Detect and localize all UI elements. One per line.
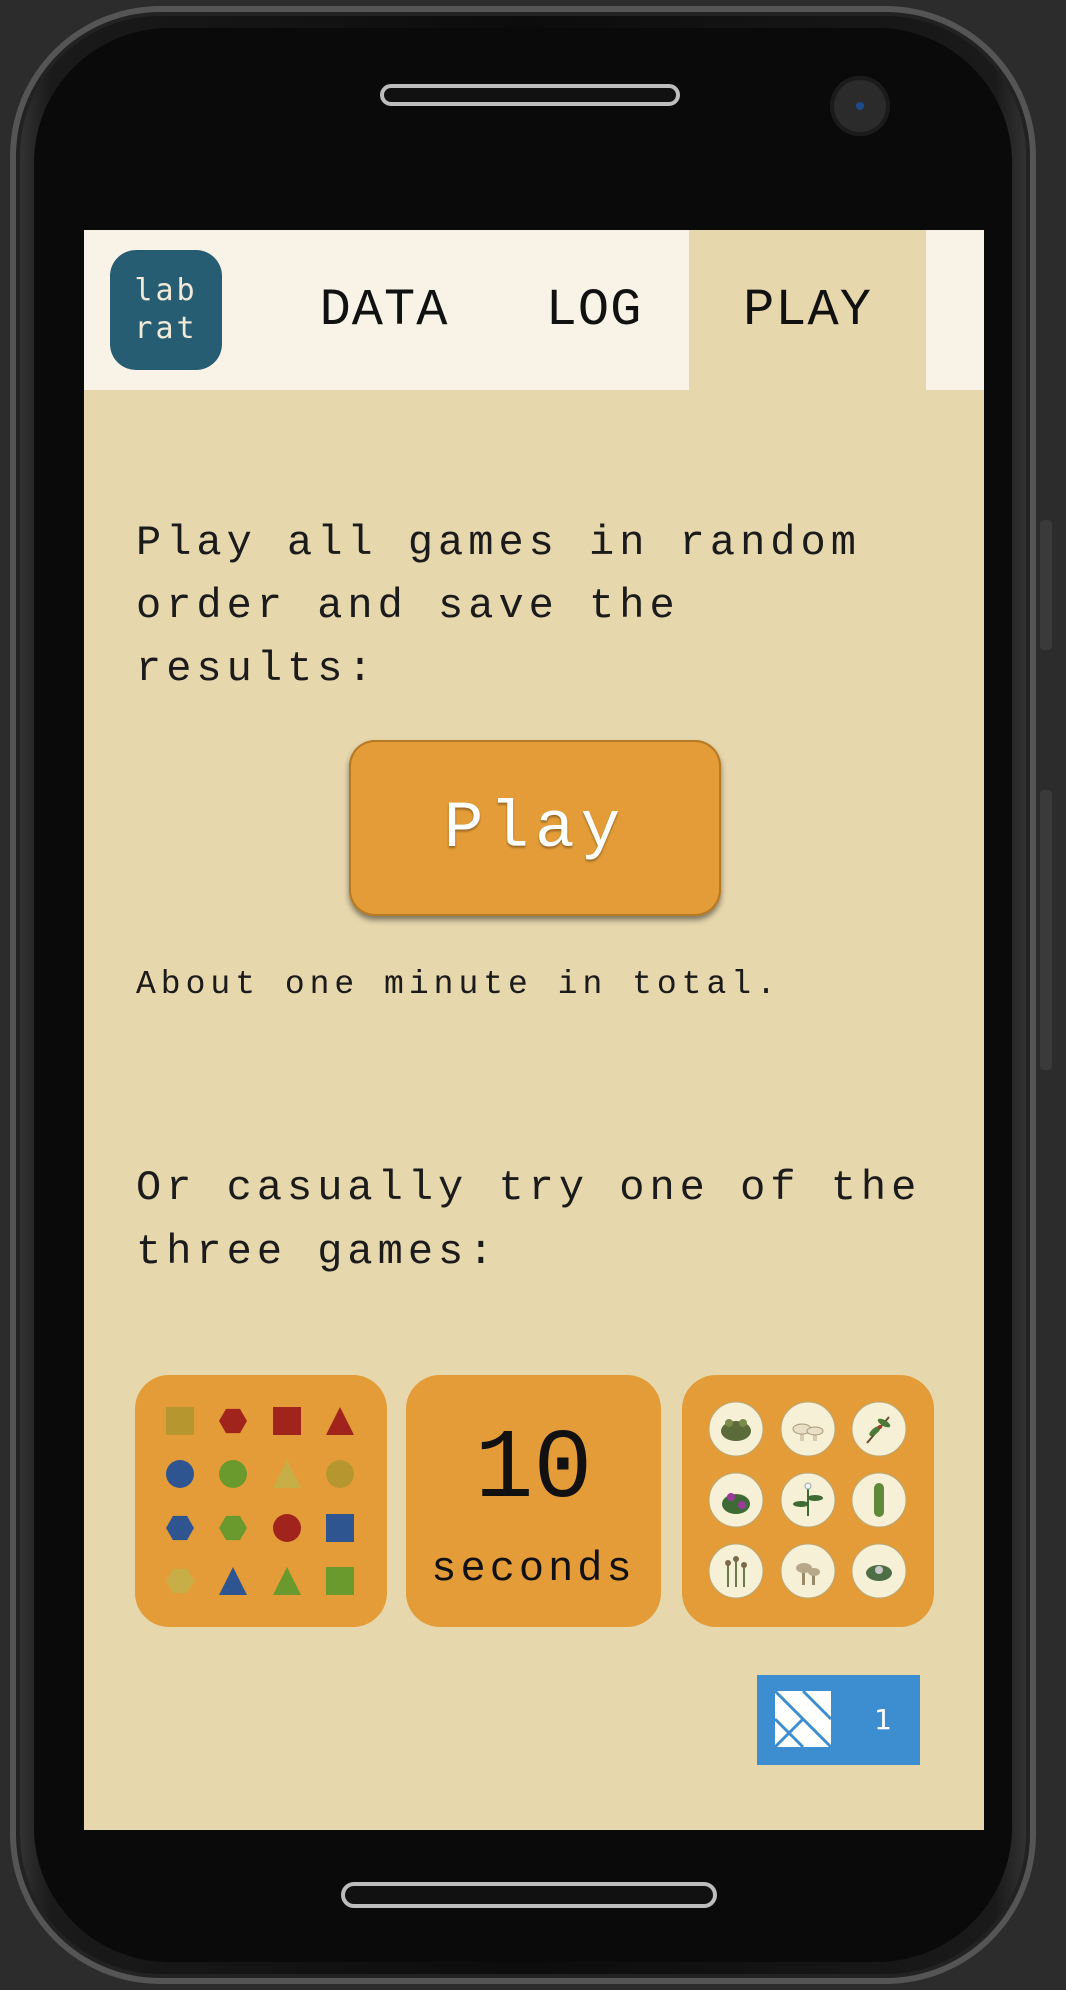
logo-text-bottom: rat [134,311,198,346]
shapes-game-card[interactable] [135,1375,387,1627]
badge-count: 1 [874,1703,892,1736]
notification-badge[interactable]: 1 [757,1675,920,1765]
cucumber-icon [874,1483,884,1517]
app-screen: lab rat DATA LOG PLAY Play all games in … [84,230,984,1830]
square-shape [166,1407,194,1435]
triangle-shape [273,1567,301,1595]
circle-shape [166,1460,194,1488]
duration-note: About one minute in total. [136,966,781,1003]
casual-text: Or casually try one of the three games: [136,1164,922,1276]
tab-log[interactable]: LOG [514,230,674,390]
play-all-button[interactable]: Play [349,740,721,916]
front-camera [830,76,890,136]
hexagon-shape [166,1515,194,1541]
square-shape [273,1407,301,1435]
circle-shape [273,1514,301,1542]
nature-icon-grid [708,1401,907,1599]
triangle-shape [273,1460,301,1488]
triangle-shape [326,1407,354,1435]
square-shape [326,1567,354,1595]
square-shape [326,1514,354,1542]
triangle-shape [219,1567,247,1595]
envelope-icon [773,1689,833,1749]
volume-button [1040,520,1052,650]
hexagon-shape [166,1568,194,1594]
seconds-label: seconds [431,1545,636,1593]
seconds-number: 10 [474,1415,593,1526]
logo-text-top: lab [134,273,198,308]
shapes-grid [166,1407,354,1595]
lily-pad-icon [866,1565,892,1581]
circle-shape [326,1460,354,1488]
top-nav: lab rat DATA LOG PLAY [84,230,984,390]
seconds-game-card[interactable]: 10 seconds [406,1375,661,1627]
circle-shape [219,1460,247,1488]
tab-play[interactable]: PLAY [689,230,926,390]
labrat-logo[interactable]: lab rat [110,250,222,370]
toad-icon [721,1419,751,1441]
earpiece-speaker [380,84,680,106]
tab-data[interactable]: DATA [284,230,484,390]
intro-text: Play all games in random order and save … [136,519,861,693]
hexagon-shape [219,1408,247,1434]
home-bar [341,1882,717,1908]
hexagon-shape [219,1515,247,1541]
nature-game-card[interactable] [682,1375,934,1627]
power-button [1040,790,1052,1070]
